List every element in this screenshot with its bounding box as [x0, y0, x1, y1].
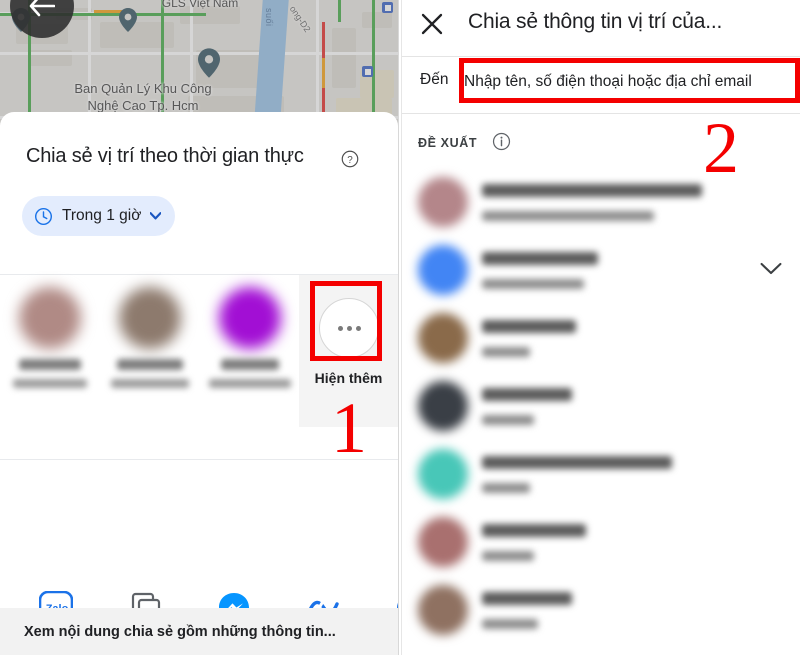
suggestion-sub [482, 279, 584, 289]
expand-suggestion-button[interactable] [760, 262, 782, 281]
suggestion-name [482, 592, 572, 605]
suggestion-item[interactable] [402, 302, 800, 378]
avatar [418, 585, 468, 635]
sheet-footer-text: Xem nội dung chia sẻ gồm những thông tin… [24, 623, 336, 640]
avatar [418, 381, 468, 431]
suggestion-item[interactable] [402, 574, 800, 650]
recipient-item[interactable] [0, 275, 99, 388]
suggestion-item[interactable] [402, 234, 800, 310]
suggestion-sub [482, 211, 654, 221]
help-circle-icon[interactable]: ? [341, 150, 359, 173]
info-circle-icon[interactable] [492, 132, 511, 156]
suggestion-sub [482, 619, 538, 629]
svg-text:?: ? [347, 155, 353, 166]
annotation-marker-2: 2 [703, 108, 739, 188]
suggestions-label: ĐỀ XUẤT [418, 136, 478, 150]
right-panel-share-dialog: Chia sẻ thông tin vị trí của... Đến ĐỀ X… [402, 0, 800, 655]
avatar [418, 245, 468, 295]
suggestion-sub [482, 415, 534, 425]
screenshot-root: suối ong-D2 GLS Việt Nam Ban Quản Lý Khu… [0, 0, 800, 655]
suggestion-sub [482, 551, 534, 561]
close-button[interactable] [420, 12, 444, 41]
annotation-marker-1: 1 [331, 388, 367, 468]
avatar [218, 287, 281, 349]
suggestion-name [482, 388, 572, 401]
left-panel-share-sheet: suối ong-D2 GLS Việt Nam Ban Quản Lý Khu… [0, 0, 398, 655]
recipient-sub [12, 379, 87, 388]
recipient-name [220, 359, 279, 370]
share-bottom-sheet: Chia sẻ vị trí theo thời gian thực ? Tro… [0, 112, 398, 655]
suggestion-sub [482, 483, 530, 493]
recipient-sub [208, 379, 291, 388]
suggestion-sub [482, 347, 530, 357]
suggestion-item[interactable] [402, 166, 800, 242]
chevron-down-icon [150, 212, 162, 220]
show-more-label: Hiện thêm [314, 370, 383, 386]
recipient-item[interactable] [100, 275, 199, 388]
suggestion-name [482, 184, 702, 197]
sheet-footer[interactable]: Xem nội dung chia sẻ gồm những thông tin… [0, 608, 398, 655]
avatar [418, 313, 468, 363]
recipient-divider [402, 113, 800, 114]
avatar [118, 287, 181, 349]
recipient-name [116, 359, 183, 370]
suggestion-item[interactable] [402, 438, 800, 514]
clock-icon [34, 207, 53, 225]
recipient-name [18, 359, 81, 370]
recipient-sub [110, 379, 189, 388]
suggestion-name [482, 456, 672, 469]
avatar [418, 449, 468, 499]
suggestion-name [482, 320, 576, 333]
suggestion-name [482, 524, 586, 537]
avatar [18, 287, 81, 349]
duration-chip-label: Trong 1 giờ [62, 207, 142, 224]
more-horizontal-icon [319, 298, 379, 358]
dialog-title: Chia sẻ thông tin vị trí của... [468, 10, 723, 33]
recipient-input[interactable] [462, 65, 800, 99]
recipient-row: Đến [402, 57, 800, 107]
dialog-header: Chia sẻ thông tin vị trí của... [402, 0, 800, 56]
chevron-down-icon [760, 262, 782, 275]
avatar [418, 517, 468, 567]
close-icon [421, 13, 443, 35]
suggestion-name [482, 252, 598, 265]
sheet-title: Chia sẻ vị trí theo thời gian thực [26, 145, 304, 167]
avatar [418, 177, 468, 227]
recipient-item[interactable] [200, 275, 299, 388]
duration-chip[interactable]: Trong 1 giờ [22, 196, 176, 236]
suggestion-item[interactable] [402, 506, 800, 582]
suggestion-item[interactable] [402, 370, 800, 446]
to-label: Đến [420, 71, 449, 88]
arrow-back-icon [29, 0, 55, 17]
